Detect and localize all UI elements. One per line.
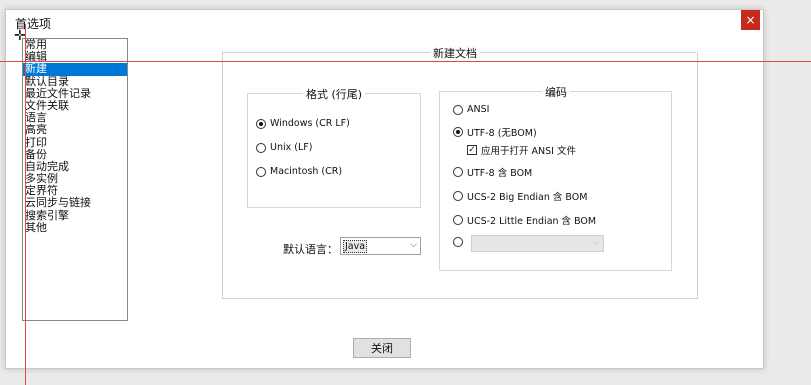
checkbox-checked-icon[interactable]: ✓ [467,145,477,155]
radio-label: Macintosh (CR) [270,166,343,177]
chevron-down-icon: ⌵ [593,238,600,248]
sidebar-item[interactable]: 新建 [23,63,127,76]
radio-label: Windows (CR LF) [270,118,350,129]
close-icon[interactable]: × [741,10,760,30]
sidebar-item[interactable]: 高亮 [23,124,127,136]
radio-label: UCS-2 Big Endian 含 BOM [467,192,588,203]
radio-other-encoding[interactable] [453,237,467,247]
radio-icon[interactable] [453,191,463,201]
radio-ucs2-le[interactable]: UCS-2 Little Endian 含 BOM [453,213,596,227]
cursor-icon: ✛ [14,28,26,44]
default-language-select[interactable]: Java ⌵ [340,237,421,255]
radio-icon[interactable] [453,167,463,177]
radio-ansi[interactable]: ANSI [453,104,489,115]
guide-line-horizontal [0,61,811,62]
radio-icon[interactable] [453,104,463,115]
radio-icon[interactable] [256,142,266,153]
close-button[interactable]: 关闭 [353,338,411,358]
apply-ansi-checkbox[interactable]: ✓ 应用于打开 ANSI 文件 [467,143,576,157]
radio-icon[interactable] [453,127,463,137]
sidebar-item[interactable]: 其他 [23,221,127,234]
radio-label: UCS-2 Little Endian 含 BOM [467,216,597,227]
checkbox-label: 应用于打开 ANSI 文件 [481,146,576,157]
format-group-title: 格式 (行尾) [303,86,366,102]
sidebar-item[interactable]: 默认目录 [23,75,127,88]
radio-unix[interactable]: Unix (LF) [256,142,312,153]
chevron-down-icon: ⌵ [410,240,417,250]
radio-icon[interactable] [453,237,463,247]
sidebar-item[interactable]: 打印 [23,136,127,149]
other-encoding-select[interactable]: ⌵ [471,235,604,252]
radio-ucs2-be[interactable]: UCS-2 Big Endian 含 BOM [453,189,587,203]
sidebar-item[interactable]: 云同步与链接 [23,197,127,209]
select-value: Java [343,240,368,253]
radio-label: UTF-8 (无BOM) [467,128,537,139]
radio-windows[interactable]: Windows (CR LF) [256,118,350,129]
encoding-group-title: 编码 [542,84,570,100]
default-language-label: 默认语言： [283,243,338,256]
radio-icon[interactable] [256,118,266,129]
radio-utf8-bom[interactable]: UTF-8 含 BOM [453,165,532,179]
radio-icon[interactable] [256,166,266,177]
radio-label: UTF-8 含 BOM [467,168,533,179]
category-list[interactable]: 常用 编辑 新建 默认目录 最近文件记录 文件关联 语言 高亮 打印 备份 自动… [22,38,128,321]
sidebar-item[interactable]: 搜索引擎 [23,209,127,222]
panel-title: 新建文档 [430,45,480,61]
radio-label: Unix (LF) [270,142,313,153]
radio-icon[interactable] [453,215,463,225]
radio-utf8[interactable]: UTF-8 (无BOM) [453,125,537,139]
radio-macintosh[interactable]: Macintosh (CR) [256,166,342,177]
radio-label: ANSI [467,104,490,115]
guide-line-vertical [25,24,26,385]
